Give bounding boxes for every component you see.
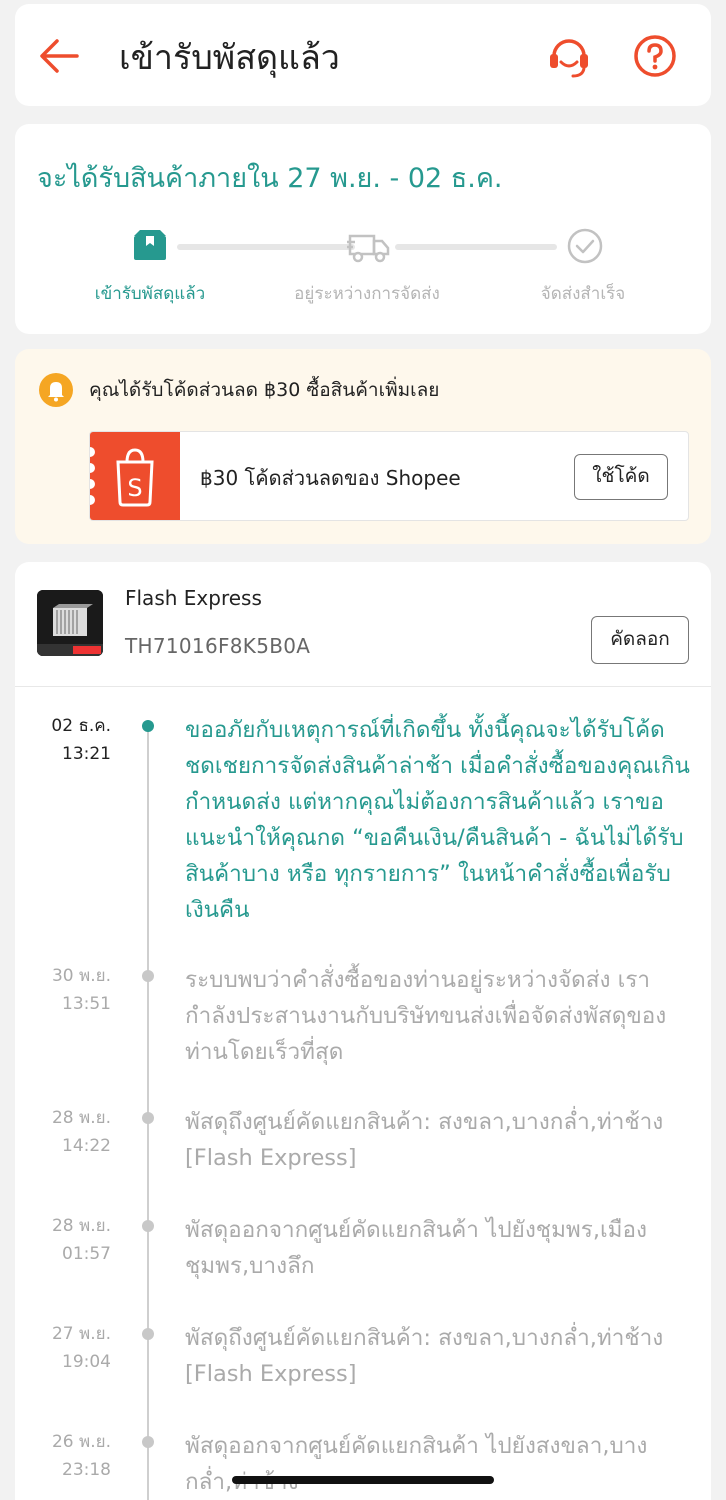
timeline-line [147,720,149,1500]
event-time: 13:21 [62,744,111,764]
event-date: 28 พ.ย. [51,1108,111,1128]
use-code-button[interactable]: ใช้โค้ด [574,454,668,500]
timeline-dot [142,1436,154,1448]
timeline-dot [142,1112,154,1124]
delivery-eta: จะได้รับสินค้าภายใน 27 พ.ย. - 02 ธ.ค. [37,163,503,194]
voucher-message: คุณได้รับโค้ดส่วนลด ฿30 ซื้อสินค้าเพิ่มเ… [89,379,440,401]
progress-bar-segment [395,244,557,250]
divider [15,686,711,687]
top-bar: เข้ารับพัสดุแล้ว [15,4,711,106]
page-title: เข้ารับพัสดุแล้ว [119,38,340,78]
help-icon[interactable] [631,32,679,80]
event-description: พัสดุออกจากศูนย์คัดแยกสินค้า ไปยังชุมพร,… [185,1217,647,1279]
event-description: พัสดุออกจากศูนย์คัดแยกสินค้า ไปยังสงขลา,… [185,1433,648,1495]
event-date: 30 พ.ย. [51,966,111,986]
timeline-dot [142,970,154,982]
coupon-title: ฿30 โค้ดส่วนลดของ Shopee [200,466,461,490]
bell-icon [39,373,73,407]
carrier-name: Flash Express [125,586,262,610]
timeline-dot [142,720,154,732]
customer-support-icon[interactable] [545,32,593,80]
timeline-dot [142,1328,154,1340]
event-date: 26 พ.ย. [51,1432,111,1452]
truck-icon [347,226,390,266]
event-description: พัสดุถึงศูนย์คัดแยกสินค้า: สงขลา,บางกล่ำ… [185,1109,664,1171]
timeline-dot [142,1220,154,1232]
event-date: 27 พ.ย. [51,1324,111,1344]
event-time: 13:51 [62,994,111,1014]
coupon-card[interactable]: S ฿30 โค้ดส่วนลดของ Shopee ใช้โค้ด [89,431,689,521]
event-date: 02 ธ.ค. [51,716,111,736]
event-description: ขออภัยกับเหตุการณ์ที่เกิดขึ้น ทั้งนี้คุณ… [185,717,690,923]
event-description: ระบบพบว่าคำสั่งซื้อของท่านอยู่ระหว่างจัด… [185,967,667,1065]
event-time: 19:04 [62,1352,111,1372]
home-indicator[interactable] [232,1476,494,1484]
step-label-in-transit: อยู่ระหว่างการจัดส่ง [294,284,440,304]
package-icon [130,226,170,266]
step-label-delivered: จัดส่งสำเร็จ [540,284,626,304]
voucher-banner: คุณได้รับโค้ดส่วนลด ฿30 ซื้อสินค้าเพิ่มเ… [15,349,711,544]
step-label-picked-up: เข้ารับพัสดุแล้ว [94,284,206,304]
copy-tracking-button[interactable]: คัดลอก [591,616,689,664]
event-date: 28 พ.ย. [51,1216,111,1236]
delivery-status-card: จะได้รับสินค้าภายใน 27 พ.ย. - 02 ธ.ค. เข… [15,124,711,334]
shipping-progress: เข้ารับพัสดุแล้ว อยู่ระหว่างการจัดส่ง จั… [15,224,711,324]
event-time: 23:18 [62,1460,111,1480]
event-time: 14:22 [62,1136,111,1156]
event-time: 01:57 [62,1244,111,1264]
tracking-card: Flash Express TH71016F8K5B0A คัดลอก 02 ธ… [15,562,711,1500]
svg-text:S: S [127,474,142,502]
back-arrow-icon[interactable] [37,34,81,78]
tracking-number: TH71016F8K5B0A [125,634,311,658]
event-description: พัสดุถึงศูนย์คัดแยกสินค้า: สงขลา,บางกล่ำ… [185,1325,664,1387]
product-thumbnail [37,590,103,656]
progress-bar-segment [177,244,355,250]
shopee-logo: S [90,432,180,520]
check-circle-icon [565,226,605,266]
